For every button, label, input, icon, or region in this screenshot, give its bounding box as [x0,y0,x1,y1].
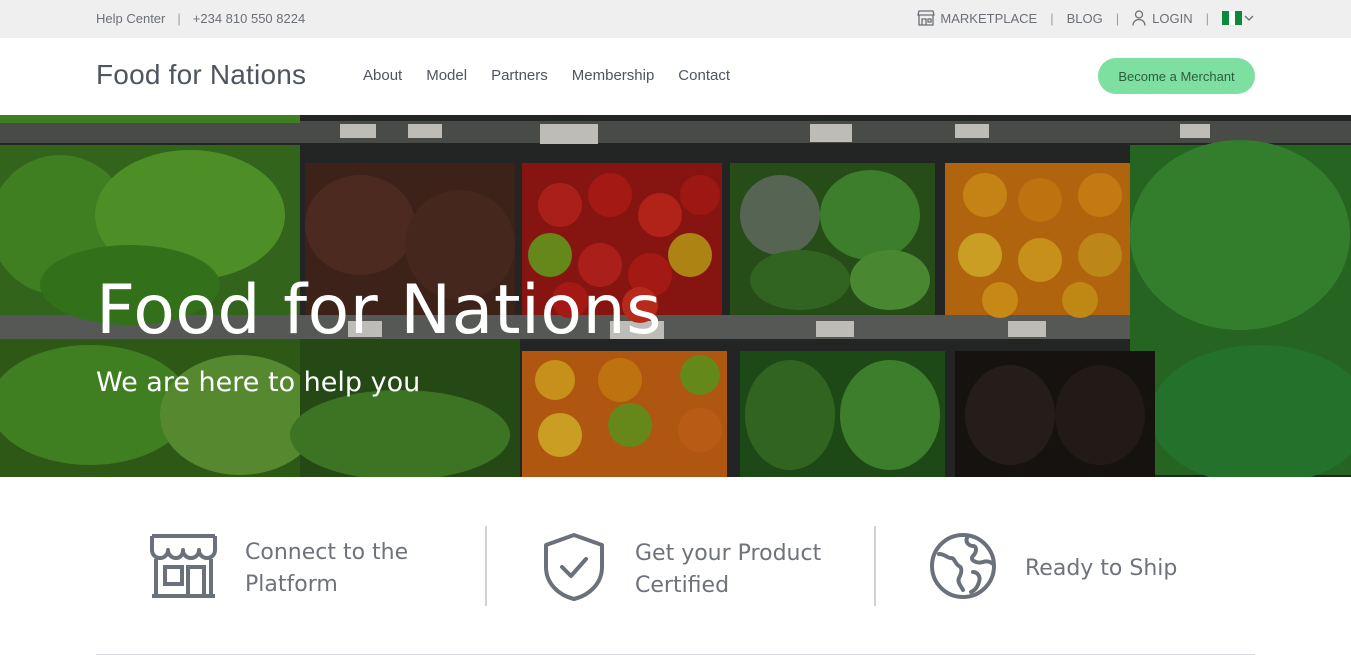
nav-partners[interactable]: Partners [491,67,548,84]
nav-membership[interactable]: Membership [572,67,655,84]
feature-certified-line1: Get your Product [635,540,822,566]
globe-icon [929,532,997,605]
login-link[interactable]: LOGIN [1132,10,1193,26]
country-selector[interactable] [1222,11,1254,25]
separator: | [1050,10,1054,26]
feature-connect-line2: Platform [245,571,338,597]
user-icon [1132,10,1146,26]
blog-link[interactable]: BLOG [1067,11,1103,26]
nav-contact[interactable]: Contact [678,67,730,84]
login-label: LOGIN [1152,10,1193,26]
top-links: MARKETPLACE | BLOG | LOGIN | [917,10,1254,26]
feature-connect: Connect to the Platform [148,532,408,605]
feature-ship-label: Ready to Ship [1025,553,1177,585]
nav-about[interactable]: About [363,67,402,84]
chevron-down-icon [1244,14,1254,22]
separator: | [1115,10,1120,26]
hero-title: Food for Nations [96,271,663,350]
marketplace-label: MARKETPLACE [940,10,1038,26]
features-section: Connect to the Platform Get your Product… [0,477,1351,655]
main-header: Food for Nations About Model Partners Me… [0,38,1351,115]
phone-number[interactable]: +234 810 550 8224 [193,11,305,26]
become-merchant-button[interactable]: Become a Merchant [1098,58,1255,94]
feature-certified: Get your Product Certified [541,532,821,607]
marketplace-link[interactable]: MARKETPLACE [917,10,1037,26]
main-nav: About Model Partners Membership Contact [363,67,754,84]
hero-subtitle: We are here to help you [96,367,421,398]
feature-certified-label: Get your Product Certified [635,538,821,602]
nav-model[interactable]: Model [426,67,467,84]
site-logo[interactable]: Food for Nations [96,59,306,91]
nigeria-flag-icon [1222,11,1243,25]
separator: | [177,11,181,26]
feature-ship: Ready to Ship [929,532,1177,605]
feature-connect-line1: Connect to the [245,539,409,565]
divider [485,526,487,606]
divider [874,526,876,606]
separator: | [1205,10,1209,26]
help-center-link[interactable]: Help Center [96,11,165,26]
feature-ship-line1: Ready to Ship [1025,555,1178,581]
hero-banner: Food for Nations We are here to help you [0,115,1351,477]
blog-label: BLOG [1066,10,1103,26]
top-utility-bar: Help Center | +234 810 550 8224 MARKETPL… [0,0,1351,38]
top-contact: Help Center | +234 810 550 8224 [96,11,305,26]
feature-certified-line2: Certified [635,572,730,598]
feature-connect-label: Connect to the Platform [245,537,408,601]
store-icon [917,10,936,26]
shield-check-icon [541,532,607,607]
storefront-icon [148,532,219,605]
